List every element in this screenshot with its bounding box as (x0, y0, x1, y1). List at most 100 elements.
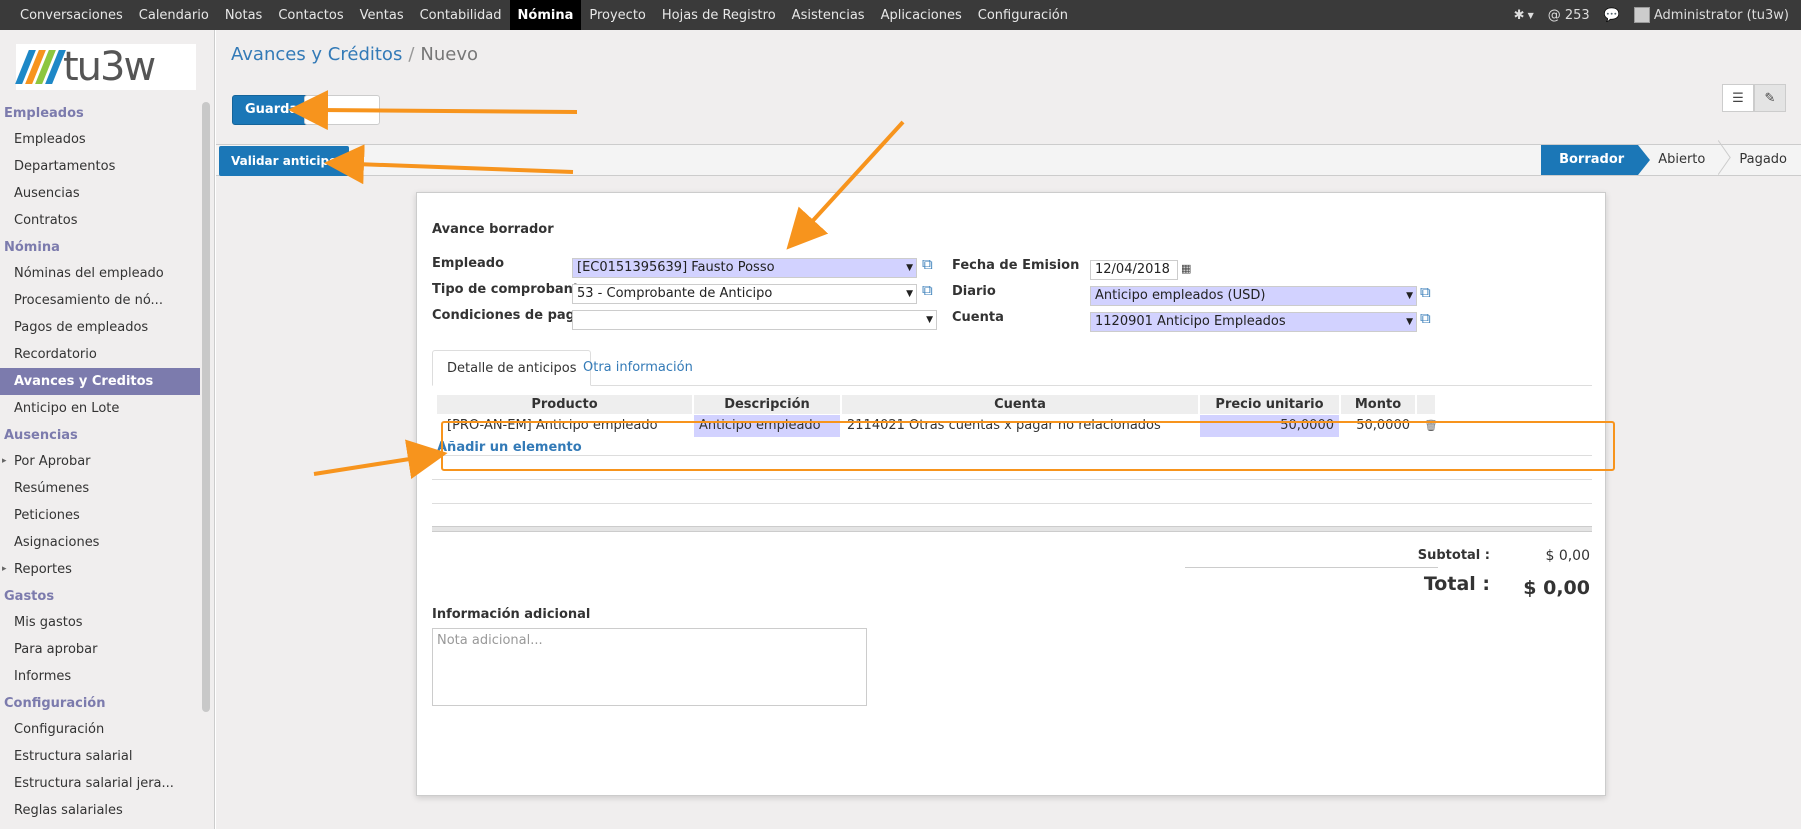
diario-select[interactable]: Anticipo empleados (USD) ▼ (1090, 286, 1417, 306)
sidebar-item[interactable]: Nóminas del empleado (0, 260, 200, 287)
menu-nomina[interactable]: Nómina (509, 0, 582, 30)
menu-notas[interactable]: Notas (217, 0, 271, 30)
sidebar-item[interactable]: Departamentos (0, 153, 200, 180)
add-line-link[interactable]: Añadir un elemento (437, 440, 582, 455)
sidebar-item[interactable]: Reportes (0, 556, 200, 583)
sidebar-item[interactable]: Estructura salarial (0, 743, 200, 770)
sidebar-section-title: Empleados (4, 106, 84, 121)
sidebar-item[interactable]: Reglas salariales (0, 797, 200, 824)
sidebar-item[interactable]: Pagos de empleados (0, 314, 200, 341)
sidebar-item[interactable]: Avances y Creditos (0, 368, 200, 395)
table-cell-cuenta[interactable]: 2114021 Otras cuentas x pagar no relacio… (842, 415, 1198, 437)
external-link-icon[interactable]: ⧉ (922, 281, 933, 299)
menu-calendario[interactable]: Calendario (131, 0, 217, 30)
chat-icon[interactable]: 💬 (1604, 8, 1620, 23)
tab-detalle-anticipos[interactable]: Detalle de anticipos (432, 350, 592, 386)
sidebar-item[interactable]: Resúmenes (0, 475, 200, 502)
col-producto[interactable]: Producto (437, 395, 692, 414)
external-link-icon[interactable]: ⧉ (1420, 283, 1431, 301)
col-actions (1417, 395, 1435, 414)
condiciones-pago-select[interactable]: ▼ (572, 310, 937, 330)
sidebar-item[interactable]: Anticipo en Lote (0, 395, 200, 422)
stage-pagado[interactable]: Pagado (1719, 145, 1801, 175)
tipo-comprobante-select[interactable]: 53 - Comprobante de Anticipo ▼ (572, 284, 917, 304)
sidebar-item[interactable]: Peticiones (0, 502, 200, 529)
col-cuenta[interactable]: Cuenta (842, 395, 1198, 414)
sidebar-item[interactable]: Estructura salarial jera... (0, 770, 200, 797)
notes-textarea[interactable]: Nota adicional... (432, 628, 867, 706)
form-view-icon[interactable]: ✎ (1754, 84, 1786, 112)
form-title: Avance borrador (432, 222, 554, 237)
menu-configuracion[interactable]: Configuración (970, 0, 1076, 30)
table-cell-descripcion[interactable]: Anticipo empleado (694, 415, 840, 437)
fecha-emision-input[interactable]: 12/04/2018 (1090, 260, 1178, 280)
tipo-comprobante-value: 53 - Comprobante de Anticipo (577, 286, 773, 301)
sidebar-scrollbar[interactable] (202, 102, 210, 712)
chevron-down-icon: ▼ (1406, 291, 1413, 301)
external-link-icon[interactable]: ⧉ (1420, 309, 1431, 327)
col-precio-unitario[interactable]: Precio unitario (1200, 395, 1339, 414)
sidebar-item[interactable]: Contratos (0, 207, 200, 234)
form-sheet: Avance borrador Empleado [EC0151395639] … (416, 192, 1606, 796)
messages-counter[interactable]: @ 253 (1548, 8, 1590, 23)
empleado-value: [EC0151395639] Fausto Posso (577, 260, 775, 275)
list-view-icon[interactable]: ☰ (1722, 84, 1754, 112)
menu-asistencias[interactable]: Asistencias (784, 0, 873, 30)
status-stages: Borrador Abierto Pagado (1541, 145, 1801, 175)
topbar-right: ✱ ▼ @ 253 💬 Administrator (tu3w) (1500, 0, 1789, 30)
user-menu[interactable]: Administrator (tu3w) (1633, 7, 1789, 23)
sidebar-item[interactable]: Informes (0, 663, 200, 690)
trash-icon[interactable]: 🗑 (1419, 415, 1437, 437)
tab-otra-informacion[interactable]: Otra información (569, 350, 707, 386)
breadcrumb-separator: / (408, 44, 415, 65)
col-descripcion[interactable]: Descripción (694, 395, 840, 414)
sidebar-item[interactable]: Asignaciones (0, 529, 200, 556)
sidebar-item[interactable]: Para aprobar (0, 636, 200, 663)
company-logo[interactable]: tu3w (15, 44, 196, 90)
empleado-select[interactable]: [EC0151395639] Fausto Posso ▼ (572, 258, 917, 278)
condiciones-pago-label: Condiciones de pago (432, 308, 584, 323)
sidebar-item[interactable]: Mis gastos (0, 609, 200, 636)
validate-advance-button[interactable]: Validar anticipo (219, 146, 350, 176)
total-value: $ 0,00 (1523, 577, 1590, 599)
sidebar-item[interactable]: Empleados (0, 126, 200, 153)
table-cell-producto[interactable]: [PRO-AN-EM] Anticipo empleado (442, 415, 692, 437)
subtotal-label: Subtotal : (1417, 548, 1490, 563)
menu-contabilidad[interactable]: Contabilidad (412, 0, 510, 30)
empleado-label: Empleado (432, 256, 505, 271)
avatar (1633, 7, 1650, 23)
logo-text: tu3w (63, 44, 156, 90)
table-cell-monto[interactable]: 50,0000 (1341, 415, 1415, 437)
sidebar-item[interactable]: Configuración (0, 716, 200, 743)
chevron-down-icon: ▼ (906, 263, 913, 273)
sidebar-item[interactable]: Por Aprobar (0, 448, 200, 475)
sidebar-section-title: Configuración (4, 696, 106, 711)
sidebar-section-title: Gastos (4, 589, 55, 604)
diario-value: Anticipo empleados (USD) (1095, 288, 1266, 303)
fecha-emision-label: Fecha de Emision (952, 258, 1080, 273)
external-link-icon[interactable]: ⧉ (922, 255, 933, 273)
cuenta-select[interactable]: 1120901 Anticipo Empleados ▼ (1090, 312, 1417, 332)
breadcrumb-parent[interactable]: Avances y Créditos (231, 44, 402, 65)
sidebar-item[interactable]: Ausencias (0, 180, 200, 207)
breadcrumb-current: Nuevo (420, 44, 479, 65)
cuenta-label: Cuenta (952, 310, 1004, 325)
calendar-icon[interactable]: ▦ (1181, 262, 1191, 275)
menu-aplicaciones[interactable]: Aplicaciones (873, 0, 970, 30)
sidebar-item[interactable]: Procesamiento de nó... (0, 287, 200, 314)
col-monto[interactable]: Monto (1341, 395, 1415, 414)
menu-hojas-de-registro[interactable]: Hojas de Registro (654, 0, 784, 30)
sidebar-item[interactable]: Recordatorio (0, 341, 200, 368)
menu-proyecto[interactable]: Proyecto (581, 0, 654, 30)
row-divider (432, 455, 1592, 456)
discard-button[interactable] (304, 95, 380, 125)
row-divider (432, 479, 1592, 480)
table-cell-precio-unitario[interactable]: 50,0000 (1200, 415, 1339, 437)
stage-abierto[interactable]: Abierto (1638, 145, 1719, 175)
menu-conversaciones[interactable]: Conversaciones (12, 0, 131, 30)
menu-contactos[interactable]: Contactos (270, 0, 351, 30)
total-divider (1185, 567, 1438, 568)
menu-ventas[interactable]: Ventas (352, 0, 412, 30)
debug-menu[interactable]: ✱ ▼ (1514, 8, 1534, 23)
stage-borrador[interactable]: Borrador (1541, 145, 1651, 175)
